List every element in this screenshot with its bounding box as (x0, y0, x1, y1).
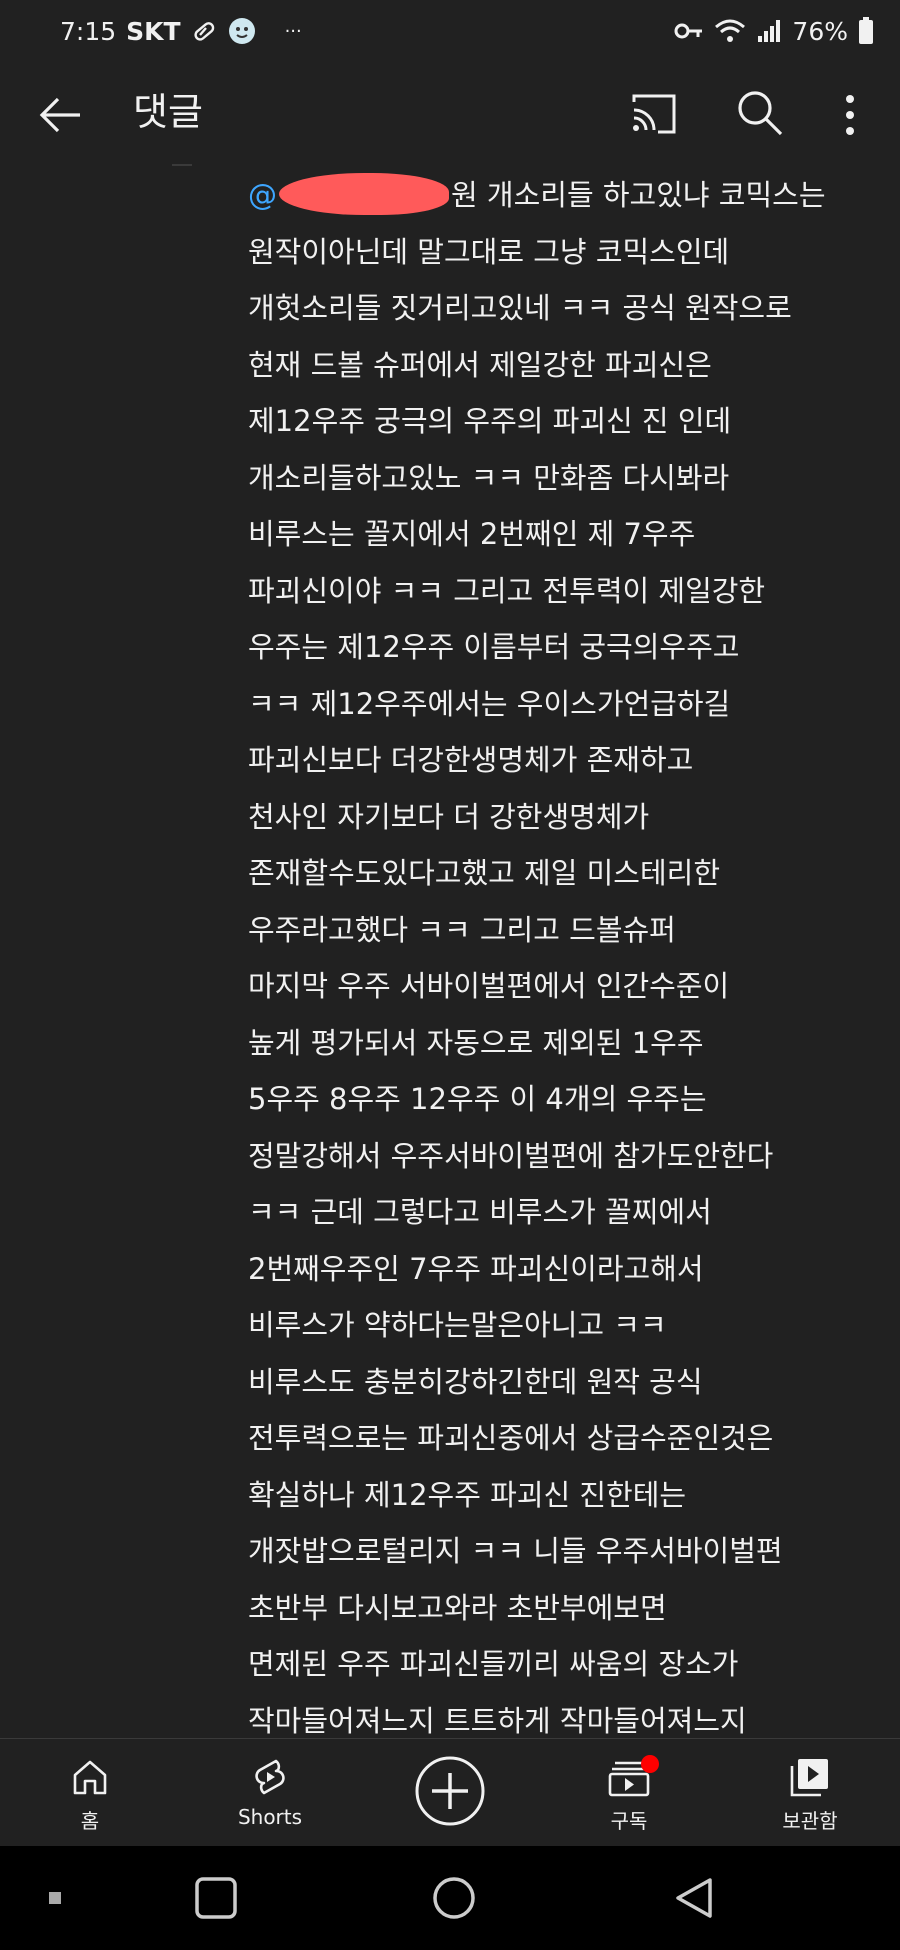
comment-line: 천사인 자기보다 더 강한생명체가 (248, 799, 650, 834)
nav-library-label: 보관함 (782, 1809, 838, 1833)
comment-line: 비루스가 약하다는말은아니고 ㅋㅋ (248, 1308, 667, 1342)
cast-button[interactable] (630, 90, 678, 138)
circle-icon (433, 1877, 475, 1919)
comment-line: 초반부 다시보고와라 초반부에보면 (248, 1590, 667, 1625)
redacted-username (279, 173, 449, 215)
mention-prefix[interactable]: @ (248, 178, 277, 212)
small-square-icon (49, 1892, 61, 1904)
nav-library[interactable]: 보관함 (735, 1739, 885, 1847)
comment-line: 존재할수도있다고했고 제일 미스테리한 (248, 856, 720, 890)
comment-lines: 원작이아닌데 말그대로 그냥 코믹스인데개헛소리들 짓거리고있네 ㅋㅋ 공식 원… (248, 224, 868, 1739)
comment-line: 확실하나 제12우주 파괴신 진한테는 (248, 1477, 687, 1512)
more-vertical-icon (846, 95, 854, 135)
comment-line: 작마들어져느지 트트하게 작마들어져느지 (248, 1703, 747, 1738)
comment-line: 현재 드볼 슈퍼에서 제일강한 파괴신은 (248, 347, 712, 382)
status-carrier: SKT (126, 16, 181, 46)
nav-home[interactable]: 홈 (15, 1739, 165, 1847)
comment-line: 우주라고했다 ㅋㅋ 그리고 드볼슈퍼 (248, 912, 676, 947)
key-icon (674, 20, 704, 42)
cast-icon (632, 94, 676, 134)
home-icon (73, 1760, 107, 1795)
search-icon (738, 91, 783, 136)
comment-first-line-text: 원 개소리들 하고있냐 코믹스는 (451, 178, 826, 212)
arrow-left-icon (39, 97, 80, 133)
comment-line: 높게 평가되서 자동으로 제외된 1우주 (248, 1025, 704, 1060)
status-time: 7:15 (60, 16, 117, 46)
status-bar: 7:15 SKT ··· 76% (0, 0, 900, 62)
comment-line: 2번째우주인 7우주 파괴신이라고해서 (248, 1251, 704, 1286)
nav-subscriptions-label: 구독 (610, 1809, 648, 1833)
nav-shorts[interactable]: Shorts (195, 1739, 345, 1847)
comment-line: 정말강해서 우주서바이벌편에 참가도안한다 (248, 1138, 774, 1173)
comment-line: 비루스는 꼴지에서 2번째인 제 7우주 (248, 517, 696, 551)
back-system-button[interactable] (670, 1846, 718, 1950)
nav-subscriptions[interactable]: 구독 (554, 1739, 704, 1847)
more-options-button[interactable] (835, 90, 865, 140)
recent-apps-button[interactable] (40, 1846, 70, 1950)
comment-first-line: @ 원 개소리들 하고있냐 코믹스는 (248, 167, 868, 224)
status-more-dots: ··· (284, 20, 302, 42)
overview-button[interactable] (190, 1846, 242, 1950)
comment-thread[interactable]: @ 원 개소리들 하고있냐 코믹스는 원작이아닌데 말그대로 그냥 코믹스인데개헛… (0, 164, 900, 1738)
nav-shorts-label: Shorts (237, 1805, 303, 1829)
create-button[interactable] (414, 1755, 486, 1827)
pill-icon (191, 18, 217, 44)
comment-line: 5우주 8우주 12우주 이 4개의 우주는 (248, 1082, 707, 1116)
comment-line: ㅋㅋ 제12우주에서는 우이스가언급하길 (248, 686, 731, 721)
app-bar: 댓글 (0, 62, 900, 164)
notification-dot-icon (641, 1755, 659, 1773)
comment-line: 비루스도 충분히강하긴한데 원작 공식 (248, 1364, 703, 1399)
library-icon (790, 1759, 828, 1797)
comment-line: 파괴신보다 더강한생명체가 존재하고 (248, 743, 694, 777)
comment-line: 개헛소리들 짓거리고있네 ㅋㅋ 공식 원작으로 (248, 291, 792, 325)
back-button[interactable] (38, 92, 84, 138)
wifi-icon (714, 18, 746, 44)
search-button[interactable] (735, 88, 785, 138)
comment-line: 마지막 우주 서바이벌편에서 인간수준이 (248, 969, 730, 1003)
comment-line: 원작이아닌데 말그대로 그냥 코믹스인데 (248, 234, 730, 269)
comment-line: 우주는 제12우주 이름부터 궁극의우주고 (248, 630, 740, 664)
comment-line: 제12우주 궁극의 우주의 파괴신 진 인데 (248, 404, 732, 438)
bottom-navigation: 홈 Shorts 구독 보관함 (0, 1738, 900, 1847)
home-system-button[interactable] (430, 1846, 478, 1950)
triangle-back-icon (676, 1878, 712, 1918)
system-navigation-bar (0, 1846, 900, 1950)
plus-circle-icon (415, 1756, 485, 1826)
comment-line: 면제된 우주 파괴신들끼리 싸움의 장소가 (248, 1647, 739, 1681)
battery-percent: 76% (792, 16, 848, 46)
comment-line: 파괴신이야 ㅋㅋ 그리고 전투력이 제일강한 (248, 573, 766, 608)
comment-line: 전투력으로는 파괴신중에서 상급수준인것은 (248, 1421, 774, 1455)
nav-home-label: 홈 (80, 1809, 100, 1833)
thread-connector-line (172, 164, 192, 166)
status-left: 7:15 SKT ··· (60, 16, 302, 46)
comment-line: ㅋㅋ 근데 그렇다고 비루스가 꼴찌에서 (248, 1195, 712, 1229)
comment-text: @ 원 개소리들 하고있냐 코믹스는 원작이아닌데 말그대로 그냥 코믹스인데개헛… (248, 167, 868, 1738)
signal-icon (756, 18, 782, 44)
battery-icon (858, 17, 874, 45)
square-icon (195, 1877, 237, 1919)
shorts-icon (255, 1759, 285, 1795)
page-title: 댓글 (133, 90, 203, 134)
status-right: 76% (674, 17, 874, 46)
comment-line: 개소리들하고있노 ㅋㅋ 만화좀 다시봐라 (248, 460, 730, 495)
app-notification-icon (227, 16, 257, 46)
comment-line: 개잣밥으로털리지 ㅋㅋ 니들 우주서바이벌편 (248, 1534, 783, 1568)
